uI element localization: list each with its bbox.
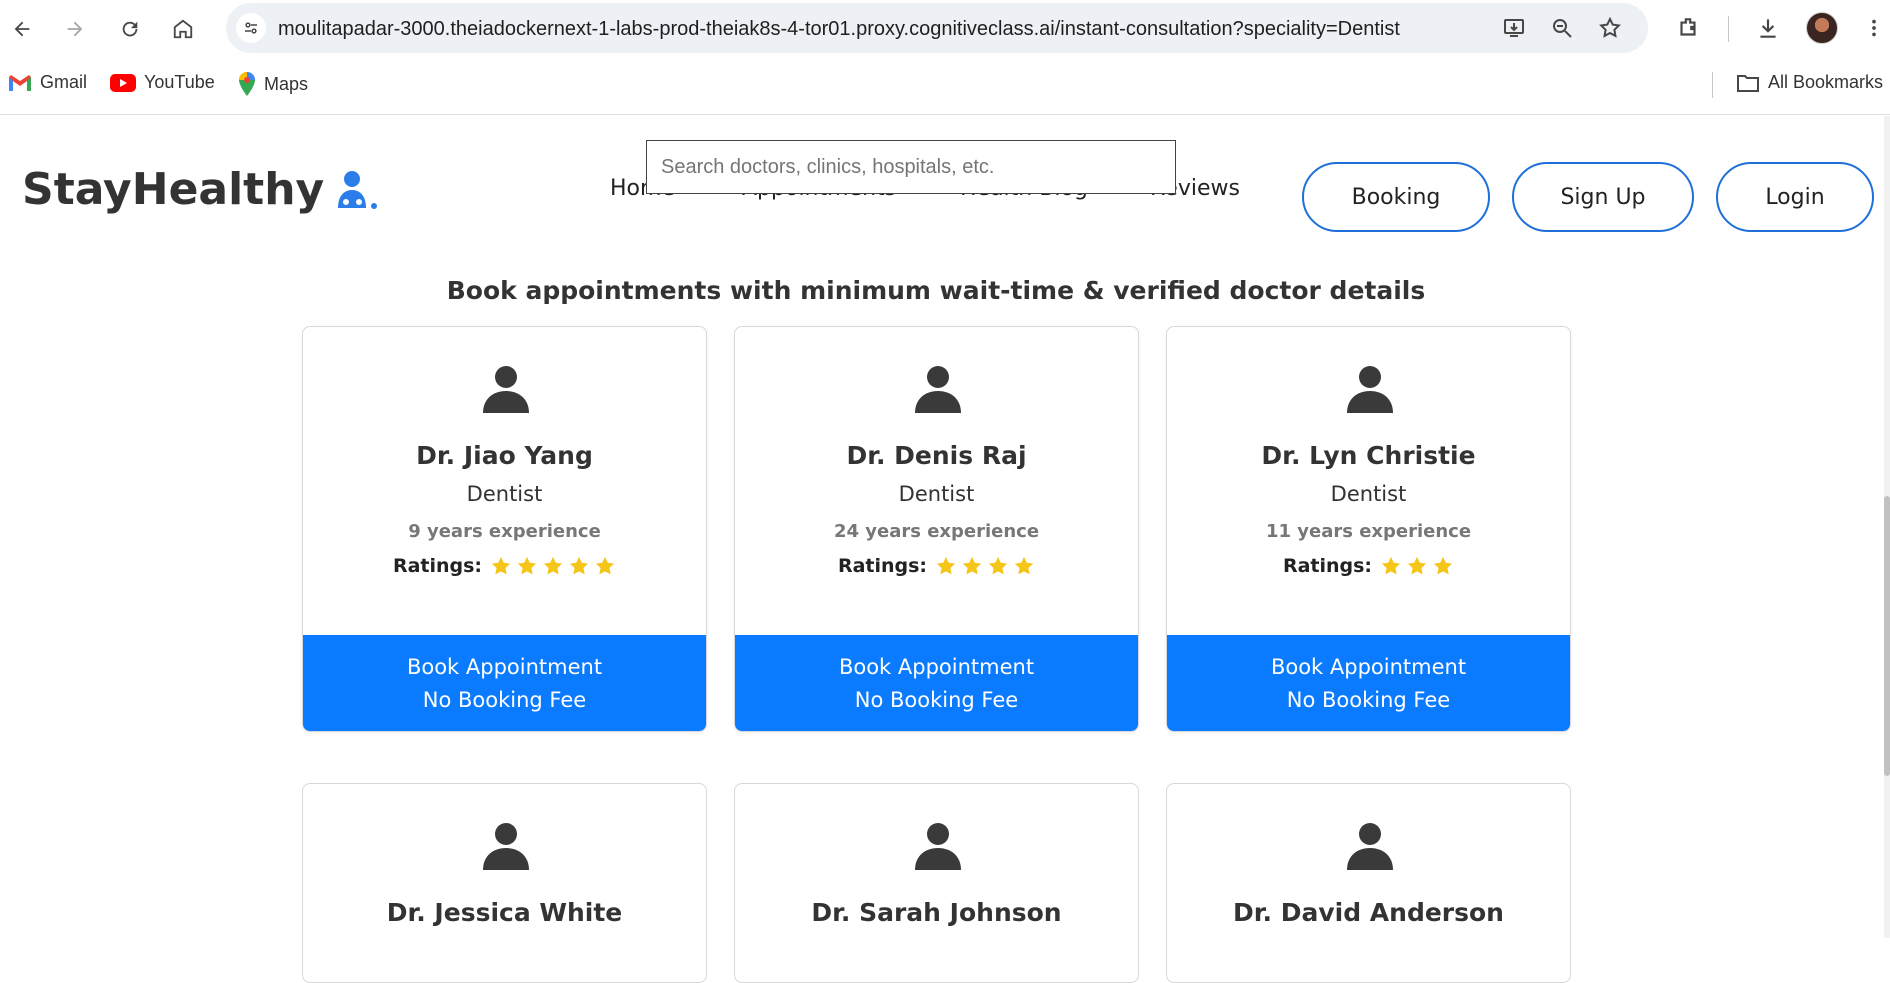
doctor-name: Dr. Sarah Johnson [811, 898, 1062, 927]
book-label: Book Appointment [406, 655, 603, 679]
book-label: Book Appointment [838, 655, 1035, 679]
star-icon [543, 556, 563, 575]
doctor-name: Dr. Jessica White [386, 898, 623, 927]
back-icon[interactable] [5, 12, 39, 46]
doctor-name: Dr. Jiao Yang [416, 441, 593, 470]
star-icon [1014, 556, 1034, 575]
doctor-avatar-icon [1345, 363, 1395, 413]
ratings-label: Ratings: [837, 555, 928, 577]
doctor-avatar-icon [1345, 820, 1395, 870]
toolbar-divider [1728, 16, 1729, 42]
folder-icon [1737, 74, 1759, 92]
page-heading: Book appointments with minimum wait-time… [446, 276, 1426, 305]
search-box [646, 140, 1176, 194]
address-bar[interactable]: moulitapadar-3000.theiadockernext-1-labs… [226, 3, 1648, 53]
rating-stars [935, 555, 1035, 577]
star-icon [517, 556, 537, 575]
doctor-card: Dr. Denis Raj Dentist 24 years experience R… [734, 326, 1139, 732]
booking-fee-label: No Booking Fee [422, 688, 587, 712]
book-label: Book Appointment [1270, 655, 1467, 679]
browser-chrome: moulitapadar-3000.theiadockernext-1-labs… [0, 0, 1890, 115]
doctor-experience: 9 years experience [408, 521, 601, 542]
profile-avatar[interactable] [1806, 12, 1838, 44]
doctor-card: Dr. Jessica White [302, 783, 707, 983]
doctor-speciality: Dentist [898, 482, 975, 506]
booking-fee-label: No Booking Fee [1286, 688, 1451, 712]
zoom-icon[interactable] [1549, 15, 1575, 41]
star-icon [491, 556, 511, 575]
site-settings-icon[interactable] [236, 13, 266, 43]
bookmark-maps[interactable]: Maps [238, 72, 308, 96]
rating-stars [1380, 555, 1454, 577]
doctor-ratings: Ratings: [303, 555, 706, 577]
book-appointment-button[interactable]: Book Appointment No Booking Fee [1167, 635, 1570, 731]
book-appointment-button[interactable]: Book Appointment No Booking Fee [303, 635, 706, 731]
youtube-icon [110, 73, 136, 92]
scrollbar[interactable] [1884, 116, 1890, 938]
doctor-speciality: Dentist [1330, 482, 1407, 506]
doctor-avatar-icon [913, 820, 963, 870]
rating-stars [490, 555, 616, 577]
url-text[interactable]: moulitapadar-3000.theiadockernext-1-labs… [278, 18, 1400, 41]
star-icon [988, 556, 1008, 575]
doctor-avatar-icon [481, 363, 531, 413]
doctor-logo-icon [338, 170, 378, 209]
ratings-label: Ratings: [392, 555, 483, 577]
doctor-avatar-icon [913, 363, 963, 413]
star-icon [1407, 556, 1427, 575]
doctor-speciality: Dentist [466, 482, 543, 506]
star-icon [962, 556, 982, 575]
bookmark-gmail[interactable]: Gmail [8, 72, 87, 93]
star-icon [1433, 556, 1453, 575]
doctor-ratings: Ratings: [735, 555, 1138, 577]
doctor-card: Dr. David Anderson [1166, 783, 1571, 983]
doctor-experience: 11 years experience [1265, 521, 1472, 542]
star-icon [595, 556, 615, 575]
doctor-name: Dr. Denis Raj [846, 441, 1027, 470]
ratings-label: Ratings: [1282, 555, 1373, 577]
booking-button[interactable]: Booking [1302, 162, 1490, 232]
star-icon [1381, 556, 1401, 575]
bookmark-star-icon[interactable] [1597, 15, 1623, 41]
install-app-icon[interactable] [1501, 15, 1527, 41]
login-button[interactable]: Login [1716, 162, 1874, 232]
downloads-icon[interactable] [1752, 12, 1784, 44]
star-icon [569, 556, 589, 575]
doctor-card: Dr. Lyn Christie Dentist 11 years experien… [1166, 326, 1571, 732]
scrollbar-thumb[interactable] [1884, 496, 1890, 776]
maps-icon [239, 72, 255, 96]
reload-icon[interactable] [113, 12, 147, 46]
home-icon[interactable] [166, 12, 200, 46]
bookmark-youtube[interactable]: YouTube [110, 72, 215, 93]
bookmarks-bar: Gmail YouTube Maps All Bookmarks [0, 64, 1890, 104]
doctor-experience: 24 years experience [833, 521, 1040, 542]
doctor-name: Dr. Lyn Christie [1261, 441, 1476, 470]
page-content: StayHealthy Home Appointments Health Blo… [0, 116, 1890, 983]
signup-button[interactable]: Sign Up [1512, 162, 1694, 232]
gmail-icon [9, 74, 31, 91]
doctor-card: Dr. Jiao Yang Dentist 9 years experience Ra… [302, 326, 707, 732]
booking-fee-label: No Booking Fee [854, 688, 1019, 712]
star-icon [936, 556, 956, 575]
search-input[interactable] [647, 141, 1175, 193]
forward-icon[interactable] [58, 12, 92, 46]
all-bookmarks[interactable]: All Bookmarks [1736, 72, 1883, 93]
extensions-icon[interactable] [1672, 12, 1704, 44]
doctor-avatar-icon [481, 820, 531, 870]
logo-text: StayHealthy [22, 164, 325, 215]
doctor-name: Dr. David Anderson [1233, 898, 1504, 927]
book-appointment-button[interactable]: Book Appointment No Booking Fee [735, 635, 1138, 731]
bookmarks-divider [1712, 72, 1713, 98]
doctor-card: Dr. Sarah Johnson [734, 783, 1139, 983]
logo[interactable]: StayHealthy [22, 164, 380, 215]
menu-icon[interactable] [1858, 12, 1890, 44]
doctor-ratings: Ratings: [1167, 555, 1570, 577]
